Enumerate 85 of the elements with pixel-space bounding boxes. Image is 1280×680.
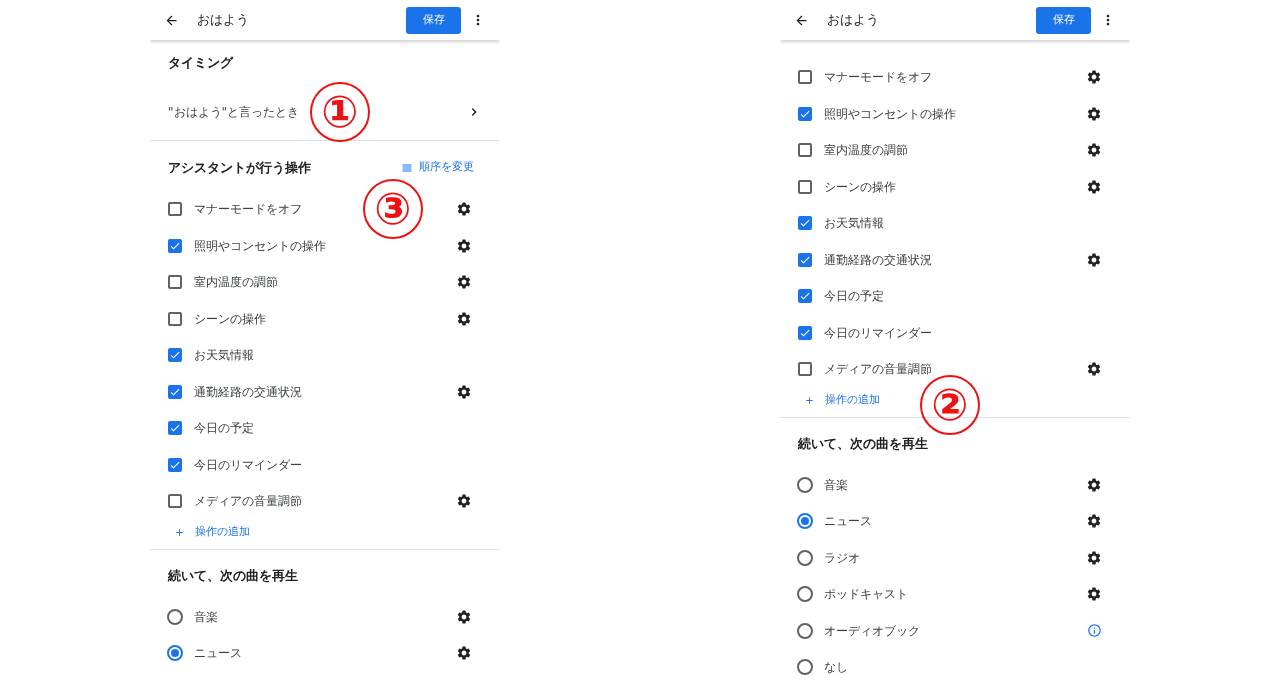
settings-icon[interactable]	[456, 310, 472, 327]
action-label: メディアの音量調節	[194, 493, 302, 511]
checkbox[interactable]	[798, 143, 812, 158]
settings-icon[interactable]	[456, 608, 472, 625]
option-label: ニュース	[194, 645, 242, 663]
action-label: シーンの操作	[194, 310, 266, 328]
plus-icon	[804, 395, 815, 406]
checkbox[interactable]	[168, 384, 182, 399]
checkbox[interactable]	[798, 70, 812, 85]
checkbox[interactable]	[168, 348, 182, 363]
settings-icon[interactable]	[1086, 549, 1102, 566]
option-label: ラジオ	[824, 549, 860, 567]
action-label: 通勤経路の交通状況	[194, 383, 302, 401]
radio-button[interactable]	[167, 645, 183, 662]
checkbox[interactable]	[798, 106, 812, 121]
settings-icon[interactable]	[456, 383, 472, 400]
section-heading: 続いて、次の曲を再生	[798, 434, 928, 453]
radio-button[interactable]	[797, 549, 813, 566]
action-label: 室内温度の調節	[194, 274, 278, 292]
action-label: マナーモードをオフ	[194, 201, 302, 219]
action-label: お天気情報	[194, 347, 254, 365]
radio-button[interactable]	[797, 476, 813, 493]
section-heading: アシスタントが行う操作	[168, 158, 311, 177]
radio-button[interactable]	[167, 608, 183, 625]
checkbox[interactable]	[168, 457, 182, 472]
option-label: 音楽	[824, 476, 848, 494]
option-label: ポッドキャスト	[824, 586, 908, 604]
checkbox[interactable]	[168, 494, 182, 509]
action-label: 今日の予定	[824, 288, 884, 306]
checkbox[interactable]	[168, 202, 182, 217]
checkbox[interactable]	[168, 311, 182, 326]
checkbox[interactable]	[168, 275, 182, 290]
trigger-phrase-link[interactable]: "おはよう"と言ったとき	[168, 102, 300, 121]
radio-button[interactable]	[797, 513, 813, 530]
checkbox[interactable]	[798, 289, 812, 304]
checkbox[interactable]	[798, 362, 812, 377]
option-label: 音楽	[194, 608, 218, 626]
settings-icon[interactable]	[1086, 586, 1102, 603]
checkbox[interactable]	[798, 179, 812, 194]
checkbox[interactable]	[798, 216, 812, 231]
option-label: ニュース	[824, 513, 872, 531]
action-label: お天気情報	[824, 215, 884, 233]
settings-icon[interactable]	[456, 201, 472, 218]
action-label: 照明やコンセントの操作	[824, 105, 956, 123]
settings-icon[interactable]	[1086, 361, 1102, 378]
add-action-button[interactable]: 操作の追加	[804, 392, 880, 409]
settings-icon[interactable]	[1086, 513, 1102, 530]
settings-icon[interactable]	[1086, 142, 1102, 159]
reorder-link[interactable]: 順序を変更	[419, 159, 474, 176]
action-label: 今日のリマインダー	[194, 456, 302, 474]
action-label: マナーモードをオフ	[824, 69, 932, 87]
checkbox[interactable]	[798, 252, 812, 267]
circled-number: ③	[363, 179, 423, 239]
settings-icon[interactable]	[1086, 105, 1102, 122]
action-label: 室内温度の調節	[824, 142, 908, 160]
save-button[interactable]: 保存	[406, 6, 461, 34]
settings-icon[interactable]	[456, 274, 472, 291]
settings-icon[interactable]	[1086, 251, 1102, 268]
action-label: 通勤経路の交通状況	[824, 251, 932, 269]
checkbox[interactable]	[798, 325, 812, 340]
section-heading: 続いて、次の曲を再生	[168, 566, 298, 585]
settings-icon[interactable]	[456, 493, 472, 510]
radio-button[interactable]	[797, 586, 813, 603]
page-title: おはよう	[827, 11, 879, 30]
action-label: シーンの操作	[824, 178, 896, 196]
settings-icon[interactable]	[1086, 476, 1102, 493]
option-label: なし	[824, 659, 848, 677]
action-label: 照明やコンセントの操作	[194, 237, 326, 255]
info-icon[interactable]	[1087, 623, 1102, 639]
settings-icon[interactable]	[1086, 178, 1102, 195]
radio-button[interactable]	[797, 622, 813, 639]
settings-icon[interactable]	[1086, 69, 1102, 86]
action-label: 今日の予定	[194, 420, 254, 438]
plus-icon	[174, 527, 185, 538]
checkbox[interactable]	[168, 238, 182, 253]
settings-icon[interactable]	[456, 645, 472, 662]
section-heading: タイミング	[168, 54, 233, 73]
save-button[interactable]: 保存	[1036, 6, 1091, 34]
add-action-button[interactable]: 操作の追加	[174, 524, 250, 541]
settings-icon[interactable]	[456, 237, 472, 254]
action-label: 今日のリマインダー	[824, 324, 932, 342]
radio-button[interactable]	[797, 659, 813, 676]
page-title: おはよう	[197, 11, 249, 30]
option-label: オーディオブック	[824, 622, 920, 640]
checkbox[interactable]	[168, 421, 182, 436]
